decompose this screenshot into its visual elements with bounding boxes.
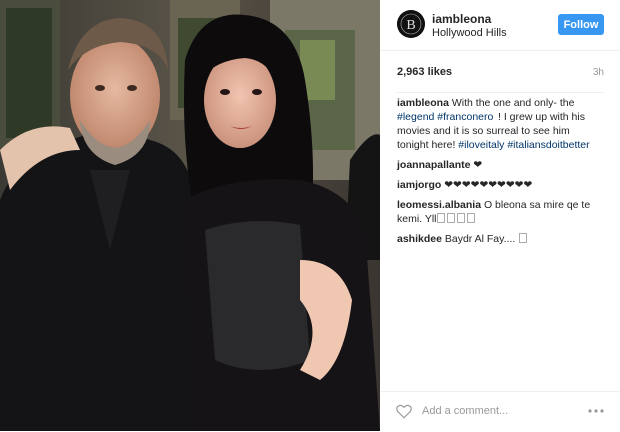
post-info-panel: B iambleona Hollywood Hills Follow 2,963…	[380, 0, 620, 431]
missing-glyph-icon	[447, 213, 456, 223]
post-photo[interactable]	[0, 0, 380, 431]
hashtag-link[interactable]: #italiansdoitbetter	[507, 139, 589, 151]
comment-bar	[380, 391, 620, 432]
missing-glyph-icon	[519, 233, 528, 243]
comment-username[interactable]: leomessi.albania	[397, 199, 481, 211]
comment-username[interactable]: iambleona	[397, 97, 449, 109]
username-link[interactable]: iambleona	[432, 12, 491, 26]
comments-list: iambleona With the one and only- the #le…	[397, 96, 604, 252]
photo-illustration	[0, 0, 380, 431]
location-link[interactable]: Hollywood Hills	[432, 27, 507, 39]
avatar-logo-icon: B	[397, 10, 425, 38]
hashtag-link[interactable]: #iloveitaly	[458, 139, 504, 151]
svg-text:B: B	[406, 18, 415, 33]
comment-username[interactable]: joannapallante	[397, 159, 471, 171]
comment-username[interactable]: ashikdee	[397, 233, 442, 245]
list-item: ashikdee Baydr Al Fay....	[397, 232, 604, 246]
list-item: joannapallante ❤	[397, 158, 604, 172]
comment-text: ❤❤❤❤❤❤❤❤❤❤	[441, 179, 533, 191]
missing-glyph-icon	[457, 213, 466, 223]
post-time: 3h	[592, 67, 604, 78]
more-options-icon[interactable]	[587, 408, 605, 414]
user-avatar[interactable]: B	[397, 10, 425, 38]
hashtag-link[interactable]: #legend	[397, 111, 434, 123]
likes-count[interactable]: 2,963 likes	[397, 66, 452, 78]
caption-text: With the one and only- the	[448, 97, 575, 109]
follow-button[interactable]: Follow	[558, 14, 604, 35]
add-comment-input[interactable]	[422, 402, 572, 420]
post-header: B iambleona Hollywood Hills Follow	[380, 0, 620, 51]
caption: iambleona With the one and only- the #le…	[397, 96, 604, 152]
missing-glyph-icon	[437, 213, 446, 223]
missing-glyph-icon	[467, 213, 476, 223]
hashtag-link[interactable]: #franconero	[437, 111, 493, 123]
comment-text: ❤	[470, 159, 483, 171]
list-item: leomessi.albania O bleona sa mire qe te …	[397, 198, 604, 226]
heart-outline-icon[interactable]	[395, 402, 413, 420]
post-stats: 2,963 likes 3h	[397, 66, 604, 93]
comment-text: Baydr Al Fay....	[441, 233, 519, 245]
instagram-post: B iambleona Hollywood Hills Follow 2,963…	[0, 0, 620, 431]
list-item: iamjorgo ❤❤❤❤❤❤❤❤❤❤	[397, 178, 604, 192]
comment-username[interactable]: iamjorgo	[397, 179, 441, 191]
